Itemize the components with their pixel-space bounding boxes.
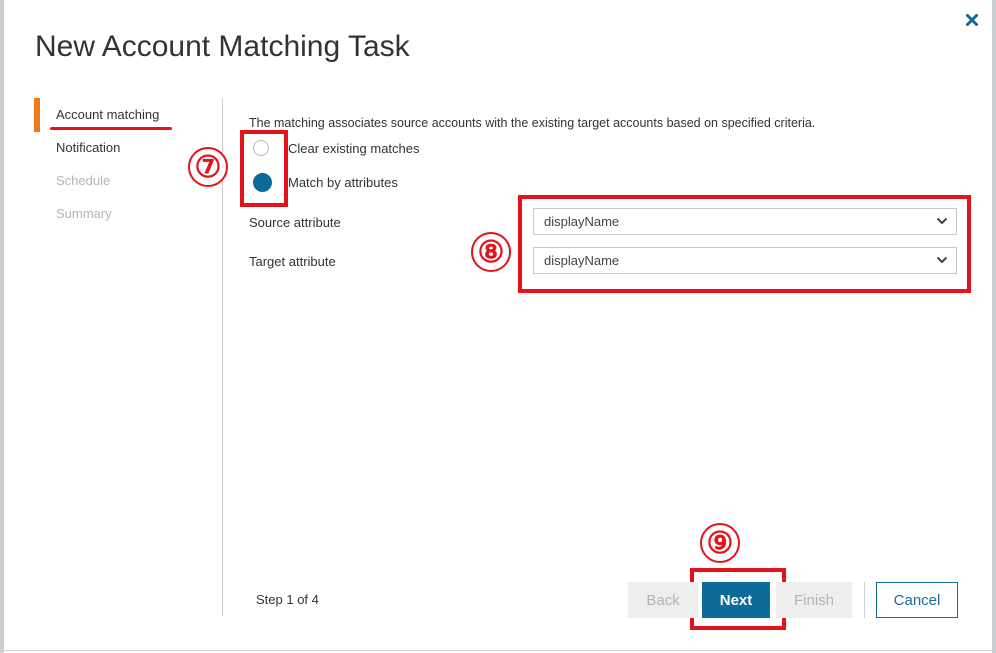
- close-icon: [966, 14, 978, 26]
- annotation-box-8: [518, 195, 971, 293]
- button-divider: [864, 582, 865, 618]
- annotation-underline: [50, 127, 172, 130]
- nav-item-schedule: Schedule: [56, 173, 111, 188]
- nav-item-summary: Summary: [56, 206, 112, 221]
- dialog-title: New Account Matching Task: [35, 30, 410, 63]
- next-button[interactable]: Next: [702, 582, 770, 618]
- annotation-number-7: ⑦: [188, 147, 228, 187]
- annotation-box-7: [240, 130, 288, 207]
- intro-text: The matching associates source accounts …: [249, 116, 816, 130]
- target-attribute-label: Target attribute: [249, 254, 336, 269]
- active-step-indicator: [34, 98, 40, 132]
- close-button[interactable]: [962, 10, 982, 30]
- annotation-number-8: ⑧: [471, 232, 511, 272]
- cancel-button[interactable]: Cancel: [876, 582, 958, 618]
- backdrop-right: [992, 0, 996, 653]
- finish-button: Finish: [776, 582, 852, 618]
- source-attribute-label: Source attribute: [249, 215, 341, 230]
- radio-label: Match by attributes: [288, 175, 398, 190]
- nav-item-account-matching[interactable]: Account matching: [56, 107, 159, 122]
- radio-label: Clear existing matches: [288, 140, 420, 156]
- new-account-matching-dialog: New Account Matching Task Account matchi…: [4, 0, 992, 651]
- back-button: Back: [628, 582, 698, 618]
- annotation-number-9: ⑨: [700, 523, 740, 563]
- nav-item-notification[interactable]: Notification: [56, 140, 120, 155]
- step-indicator: Step 1 of 4: [256, 592, 319, 607]
